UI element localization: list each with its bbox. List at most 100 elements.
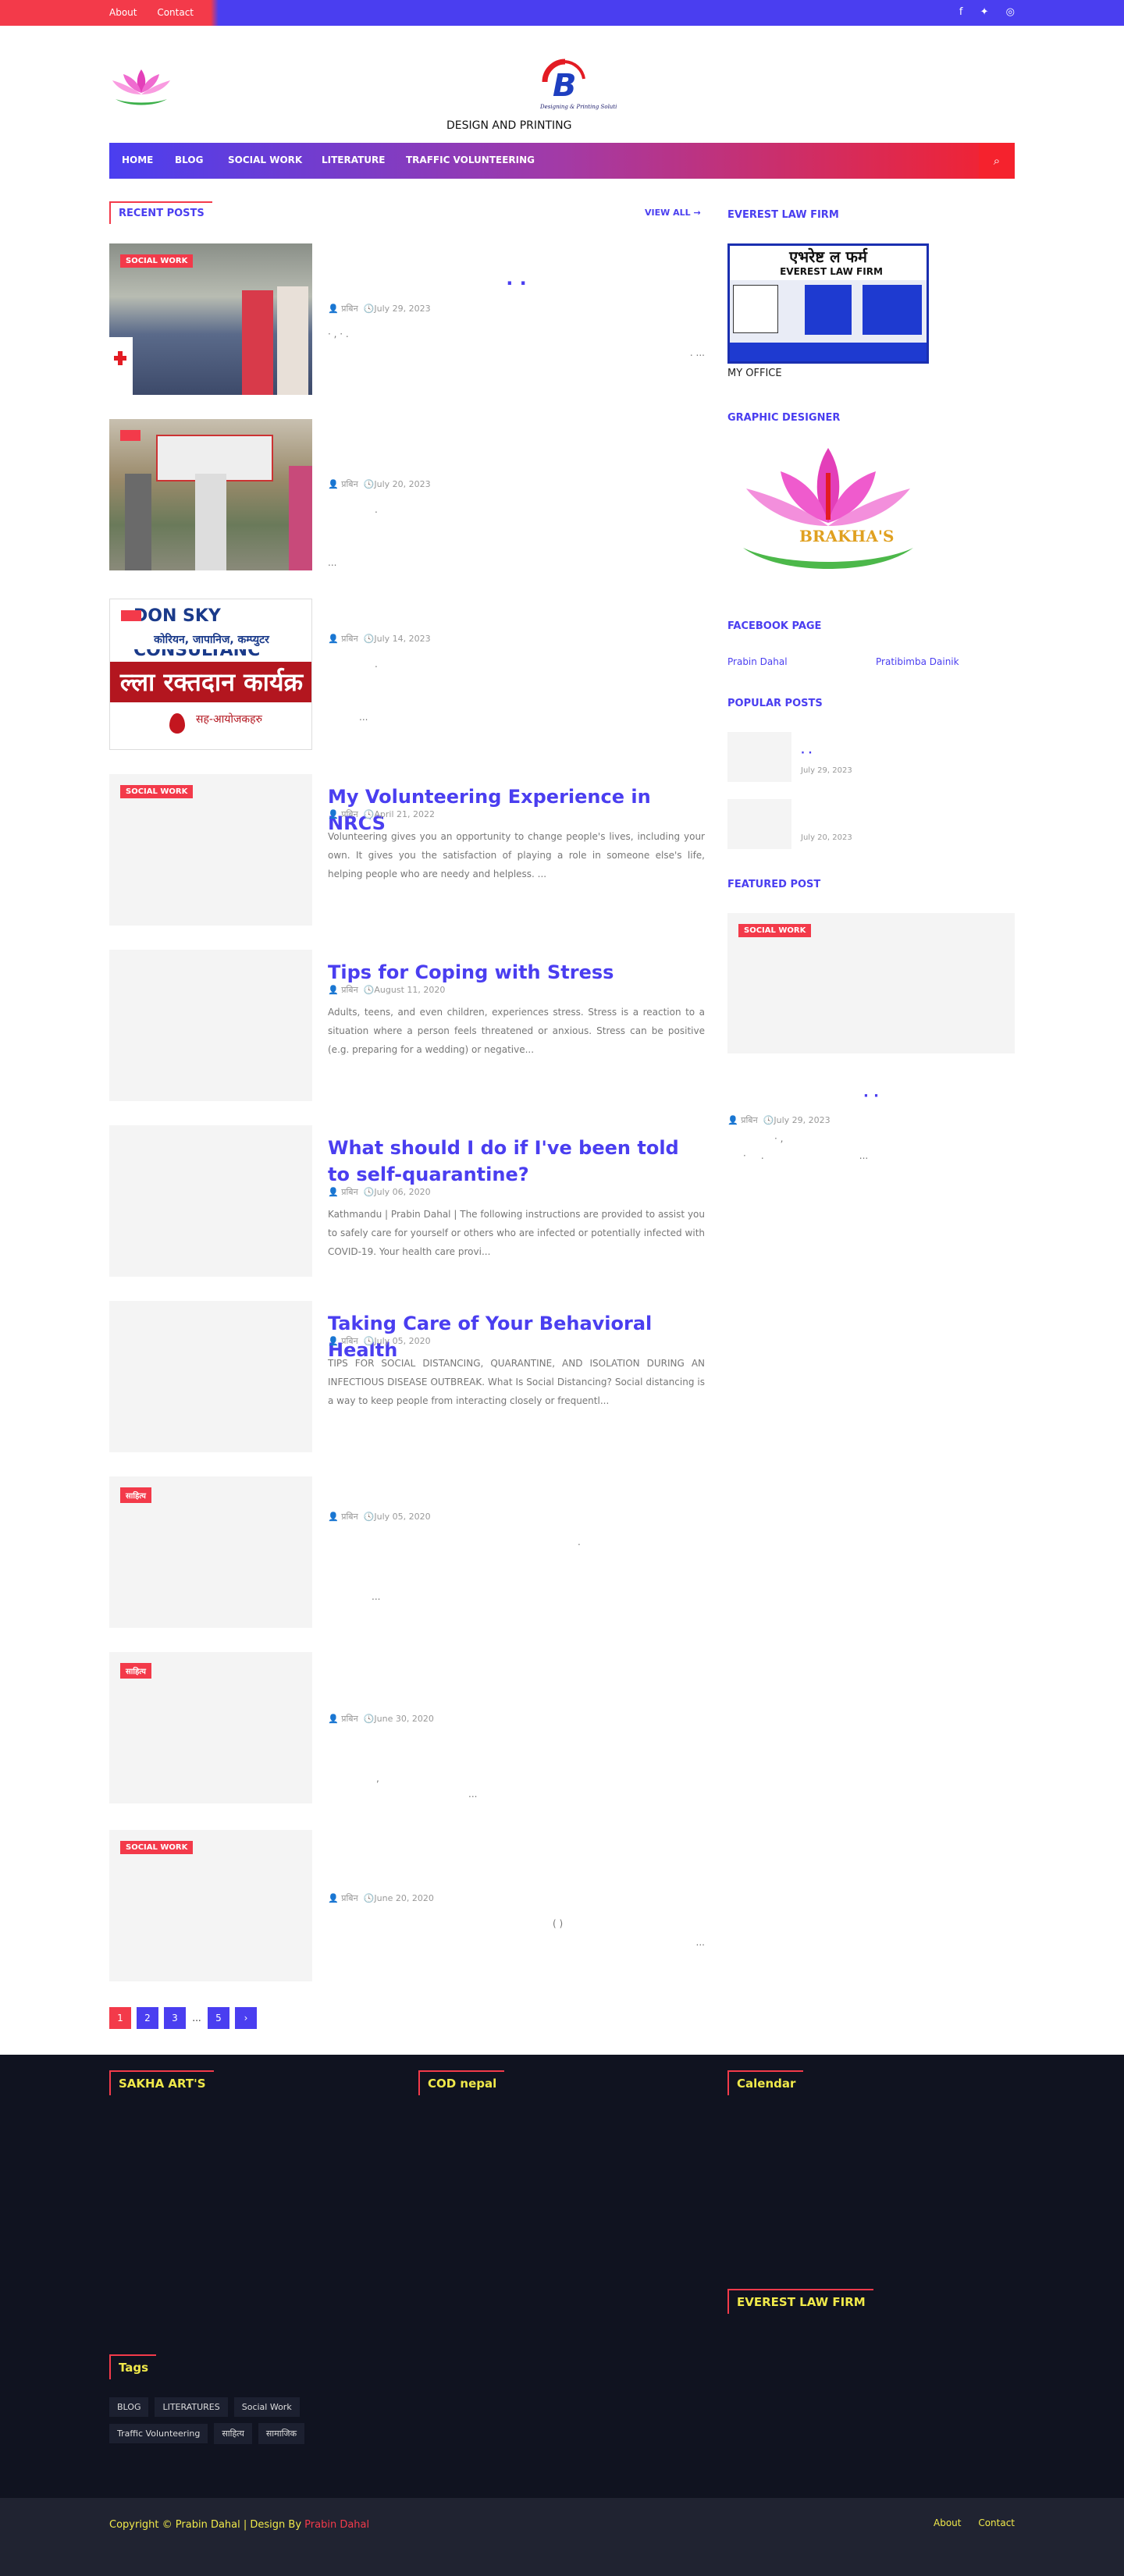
post-excerpt: TIPS FOR SOCIAL DISTANCING, QUARANTINE, … bbox=[328, 1358, 705, 1406]
post-category-badge[interactable] bbox=[120, 430, 140, 441]
post-category-badge[interactable]: SOCIAL WORK bbox=[120, 785, 194, 798]
page-2[interactable]: 2 bbox=[137, 2007, 158, 2029]
sidebar-facebook-title: FACEBOOK PAGE bbox=[727, 620, 822, 632]
post-meta: 👤 प्रबिन 🕓July 06, 2020 bbox=[328, 1187, 431, 1197]
twitter-icon[interactable]: ✦ bbox=[980, 6, 989, 18]
post-category-badge[interactable]: साहित्य bbox=[120, 1663, 151, 1679]
post-card[interactable]: Taking Care of Your Behavioral Health 👤 … bbox=[109, 1301, 705, 1452]
post-card[interactable]: 👤 प्रबिन 🕓July 20, 2023 . ... bbox=[109, 419, 705, 570]
post-category-badge[interactable]: साहित्य bbox=[120, 1487, 151, 1503]
post-thumbnail[interactable]: साहित्य bbox=[109, 1652, 312, 1803]
post-meta: 👤 प्रबिन 🕓July 20, 2023 bbox=[328, 479, 431, 489]
next-page-button[interactable]: › bbox=[235, 2007, 257, 2029]
post-excerpt: . bbox=[578, 1537, 581, 1547]
post-meta: 👤 प्रबिन 🕓July 14, 2023 bbox=[328, 634, 431, 644]
bottom-link-about[interactable]: About bbox=[934, 2517, 961, 2528]
law-firm-banner[interactable]: एभरेष्ट ल फर्म EVEREST LAW FIRM bbox=[727, 243, 929, 364]
nav-home[interactable]: HOME bbox=[122, 155, 153, 165]
post-card[interactable]: SOCIAL WORK · · 👤 प्रबिन 🕓July 29, 2023 … bbox=[109, 243, 705, 395]
post-excerpt: ( ) bbox=[553, 1918, 564, 1929]
post-category-badge[interactable]: SOCIAL WORK bbox=[120, 1841, 194, 1854]
nav-literature[interactable]: LITERATURE bbox=[322, 155, 385, 165]
tag-literatures[interactable]: LITERATURES bbox=[155, 2397, 228, 2417]
popular-post-date: July 29, 2023 bbox=[801, 766, 852, 775]
post-meta: 👤 प्रबिन 🕓April 21, 2022 bbox=[328, 809, 436, 819]
post-card[interactable]: साहित्य 👤 प्रबिन 🕓June 30, 2020 , ... bbox=[109, 1652, 705, 1803]
post-card[interactable]: DON SKY CONSULTANC कोरियन, जापानिज, कम्प… bbox=[109, 599, 705, 750]
post-thumbnail[interactable] bbox=[109, 950, 312, 1101]
popular-post-title[interactable]: · · bbox=[801, 748, 812, 759]
post-thumbnail[interactable] bbox=[109, 1301, 312, 1452]
tag-social-work[interactable]: Social Work bbox=[233, 2397, 300, 2417]
post-meta: 👤 प्रबिन 🕓July 05, 2020 bbox=[328, 1512, 431, 1522]
post-thumbnail[interactable]: SOCIAL WORK bbox=[109, 774, 312, 926]
post-card[interactable]: Tips for Coping with Stress 👤 प्रबिन 🕓Au… bbox=[109, 950, 705, 1101]
featured-post-badge[interactable]: SOCIAL WORK bbox=[738, 924, 812, 937]
post-title[interactable]: What should I do if I've been told to se… bbox=[328, 1135, 705, 1188]
popular-post-item[interactable]: · · July 29, 2023 bbox=[727, 732, 1015, 782]
lotus-logo-icon[interactable] bbox=[109, 63, 173, 110]
brand-logo-icon[interactable]: B Designing & Printing Solution bbox=[531, 51, 617, 113]
svg-text:BRAKHA'S: BRAKHA'S bbox=[799, 527, 894, 545]
featured-post-meta: 👤 प्रबिन 🕓July 29, 2023 bbox=[727, 1115, 831, 1125]
bottom-link-contact[interactable]: Contact bbox=[978, 2517, 1015, 2528]
post-title[interactable]: Tips for Coping with Stress bbox=[328, 959, 705, 986]
post-thumbnail[interactable]: साहित्य bbox=[109, 1476, 312, 1628]
svg-text:Designing & Printing Solution: Designing & Printing Solution bbox=[539, 104, 617, 110]
search-icon[interactable]: ⌕ bbox=[979, 143, 1015, 179]
footer-tags-title: Tags bbox=[109, 2354, 157, 2379]
post-thumbnail[interactable]: DON SKY CONSULTANC कोरियन, जापानिज, कम्प… bbox=[109, 599, 312, 750]
tag-sahitya[interactable]: साहित्य bbox=[214, 2423, 252, 2444]
post-excerpt-more: ... bbox=[468, 1789, 478, 1800]
post-excerpt: Kathmandu | Prabin Dahal | The following… bbox=[328, 1209, 705, 1257]
page-1[interactable]: 1 bbox=[109, 2007, 131, 2029]
instagram-icon[interactable]: ◎ bbox=[1006, 6, 1015, 18]
featured-post-excerpt-more: · . ... bbox=[743, 1150, 869, 1161]
top-link-contact[interactable]: Contact bbox=[157, 7, 194, 18]
featured-post-title[interactable]: · · bbox=[727, 1088, 1015, 1104]
post-excerpt: . bbox=[375, 659, 378, 670]
nav-blog[interactable]: BLOG bbox=[175, 155, 203, 165]
pagination: 1 2 3... 5 › bbox=[109, 2007, 262, 2029]
brakhas-logo-icon[interactable]: BRAKHA'S bbox=[727, 445, 929, 577]
post-card[interactable]: साहित्य 👤 प्रबिन 🕓July 05, 2020 . ... bbox=[109, 1476, 705, 1628]
post-card[interactable]: SOCIAL WORK My Volunteering Experience i… bbox=[109, 774, 705, 926]
tag-cloud: BLOG LITERATURES Social Work Traffic Volunt… bbox=[109, 2397, 390, 2450]
post-meta: 👤 प्रबिन 🕓August 11, 2020 bbox=[328, 985, 446, 995]
view-all-link[interactable]: VIEW ALL → bbox=[645, 208, 701, 218]
popular-post-item[interactable]: July 20, 2023 bbox=[727, 799, 1015, 849]
post-thumbnail[interactable]: SOCIAL WORK bbox=[109, 243, 312, 395]
post-card[interactable]: What should I do if I've been told to se… bbox=[109, 1125, 705, 1277]
page-ellipsis: ... bbox=[192, 2013, 201, 2023]
facebook-link-pratibimba[interactable]: Pratibimba Dainik bbox=[876, 656, 959, 667]
recent-posts-title: RECENT POSTS bbox=[109, 201, 212, 224]
post-title[interactable]: · · bbox=[328, 270, 705, 297]
popular-post-thumbnail[interactable] bbox=[727, 732, 791, 782]
facebook-link-prabin[interactable]: Prabin Dahal bbox=[727, 656, 788, 667]
designer-link[interactable]: Prabin Dahal bbox=[304, 2519, 369, 2531]
top-link-about[interactable]: About bbox=[109, 7, 137, 18]
post-category-badge[interactable] bbox=[121, 610, 141, 621]
post-excerpt-more: ... bbox=[359, 712, 368, 723]
footer-sakha-title: SAKHA ART'S bbox=[109, 2070, 214, 2095]
page-3[interactable]: 3 bbox=[164, 2007, 186, 2029]
nav-traffic-volunteering[interactable]: TRAFFIC VOLUNTEERING bbox=[406, 155, 535, 165]
top-bar: About Contact f ✦ ◎ bbox=[0, 0, 1124, 26]
tag-blog[interactable]: BLOG bbox=[109, 2397, 149, 2417]
facebook-icon[interactable]: f bbox=[959, 6, 963, 18]
tag-traffic-volunteering[interactable]: Traffic Volunteering bbox=[109, 2424, 208, 2443]
post-category-badge[interactable]: SOCIAL WORK bbox=[120, 254, 194, 268]
post-excerpt: . bbox=[375, 504, 378, 515]
post-meta: 👤 प्रबिन 🕓June 30, 2020 bbox=[328, 1714, 434, 1724]
tag-samajik[interactable]: सामाजिक bbox=[258, 2423, 305, 2444]
post-thumbnail[interactable]: SOCIAL WORK bbox=[109, 1830, 312, 1981]
svg-text:B: B bbox=[553, 68, 577, 104]
post-thumbnail[interactable] bbox=[109, 1125, 312, 1277]
post-thumbnail[interactable] bbox=[109, 419, 312, 570]
featured-post-thumbnail[interactable]: SOCIAL WORK bbox=[727, 913, 1015, 1053]
sidebar-popular-title: POPULAR POSTS bbox=[727, 698, 823, 709]
page-5[interactable]: 5 bbox=[208, 2007, 229, 2029]
nav-social-work[interactable]: SOCIAL WORK bbox=[228, 155, 302, 165]
post-card[interactable]: SOCIAL WORK 👤 प्रबिन 🕓June 20, 2020 ( ) … bbox=[109, 1830, 705, 1981]
popular-post-thumbnail[interactable] bbox=[727, 799, 791, 849]
